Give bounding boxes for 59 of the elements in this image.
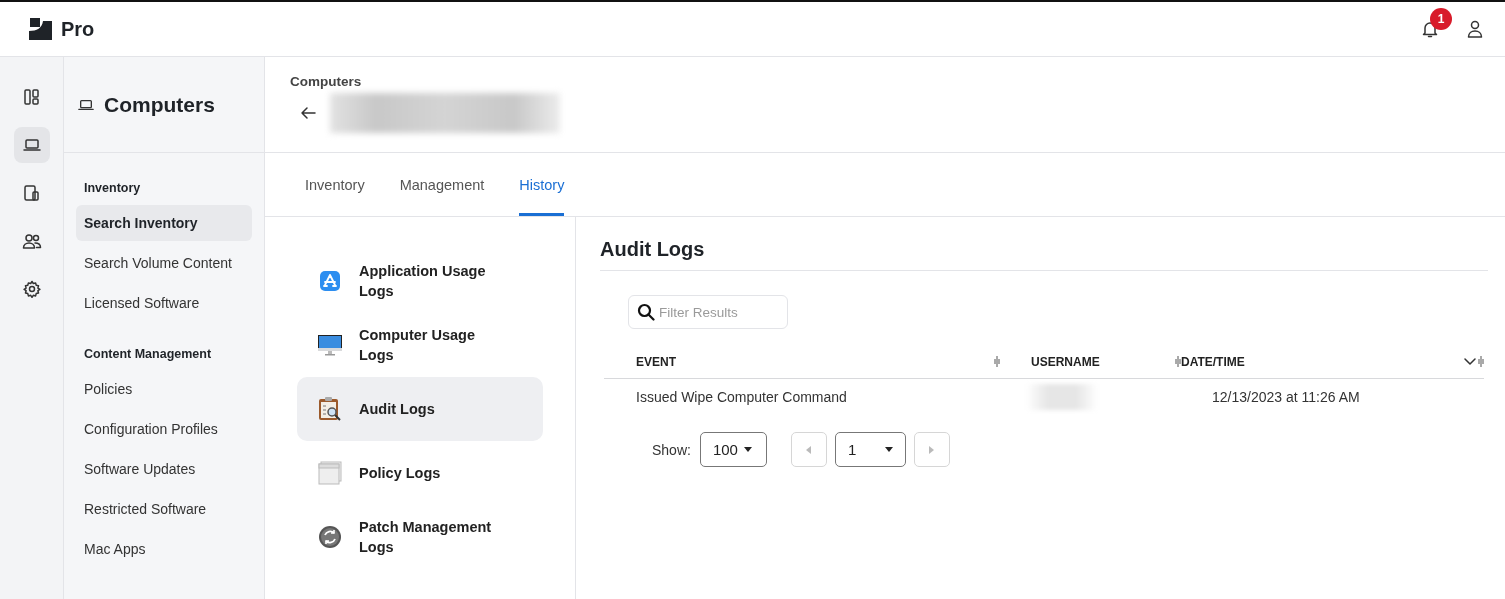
sidebar-title: Computers	[104, 92, 215, 117]
notification-badge: 1	[1430, 8, 1452, 30]
breadcrumb-link[interactable]: Computers	[290, 74, 1505, 89]
product-name: Pro	[61, 17, 95, 41]
column-resize-handle-icon[interactable]	[1478, 356, 1484, 367]
filter-field[interactable]: Filter Results	[628, 295, 788, 329]
page-size-select[interactable]: 100	[699, 432, 767, 467]
nav-rail-button[interactable]	[13, 127, 50, 163]
sidebar-item[interactable]: Restricted Software	[76, 491, 252, 527]
column-resize-handle-icon[interactable]	[994, 356, 1000, 367]
window-icon	[318, 461, 342, 485]
sidebar-item[interactable]: Mac Apps	[76, 531, 252, 567]
back-button[interactable]	[300, 106, 316, 120]
notifications-button[interactable]	[1421, 20, 1439, 38]
logo-icon	[28, 17, 53, 41]
history-log-item[interactable]: Computer Usage Logs	[297, 313, 543, 377]
page-select[interactable]: 1	[834, 432, 906, 467]
monitor-icon	[317, 333, 343, 357]
laptop-icon	[22, 136, 41, 154]
panel-title: Audit Logs	[600, 237, 1488, 271]
sidebar-section-heading: Inventory	[84, 181, 142, 197]
dashboard-icon	[22, 88, 41, 106]
column-header[interactable]: USERNAME	[1031, 354, 1175, 369]
user-button[interactable]	[1467, 20, 1483, 38]
sidebar-item[interactable]: Software Updates	[76, 451, 252, 487]
user-icon	[1467, 20, 1483, 38]
sort-chevron-icon[interactable]	[1464, 357, 1476, 366]
column-header[interactable]: DATE/TIME	[1181, 354, 1464, 369]
history-log-item[interactable]: Patch Management Logs	[297, 505, 543, 569]
settings-icon	[22, 280, 41, 298]
column-resize-handle-icon[interactable]	[1175, 356, 1181, 367]
back-arrow-icon	[300, 106, 316, 120]
history-log-item[interactable]: Application Usage Logs	[297, 249, 543, 313]
search-icon	[637, 303, 655, 321]
users-icon	[21, 232, 42, 250]
tab[interactable]: Inventory	[305, 153, 365, 216]
bell-icon	[1421, 20, 1439, 38]
app-store-icon	[318, 269, 342, 293]
sidebar-item[interactable]: Configuration Profiles	[76, 411, 252, 447]
caret-icon	[884, 447, 893, 452]
table-cell-text: Issued Wipe Computer Command	[635, 389, 848, 405]
devices-icon	[22, 184, 41, 202]
sidebar-item[interactable]: Licensed Software	[76, 285, 252, 321]
circular-arrows-icon	[318, 525, 342, 549]
sidebar-item[interactable]: Search Inventory	[76, 205, 252, 241]
history-log-item[interactable]: Audit Logs	[297, 377, 543, 441]
sidebar-item[interactable]: Search Volume Content	[76, 245, 252, 281]
left-triangle-icon	[806, 445, 812, 454]
table-cell-text: 12/13/2023 at 11:26 AM	[1211, 389, 1361, 405]
show-label: Show:	[652, 441, 691, 458]
sidebar-item[interactable]: Policies	[76, 371, 252, 407]
history-log-item[interactable]: Policy Logs	[297, 441, 543, 505]
tab[interactable]: History	[519, 153, 565, 216]
column-header[interactable]: EVENT	[636, 354, 994, 369]
clipboard-magnifier-icon	[317, 396, 343, 422]
tab[interactable]: Management	[399, 153, 485, 216]
caret-icon	[743, 447, 752, 452]
sidebar-section-heading: Content Management	[84, 347, 213, 363]
right-triangle-icon	[929, 445, 935, 454]
